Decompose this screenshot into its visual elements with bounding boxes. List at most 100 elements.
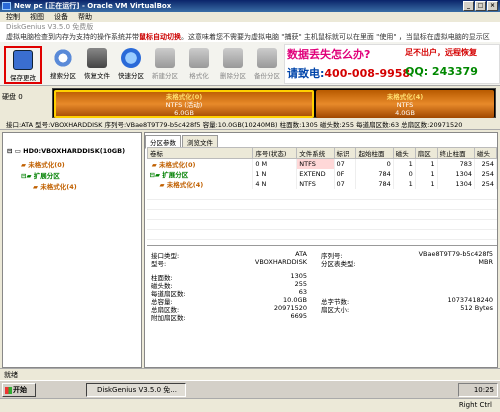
prop-value: 512 Bytes bbox=[460, 304, 493, 312]
prop-value: 63 bbox=[298, 288, 307, 296]
col-header[interactable]: 文件系统 bbox=[296, 147, 335, 159]
taskbar-button-label: DiskGenius V3.5.0 免... bbox=[97, 386, 177, 394]
menu-control[interactable]: 控制 bbox=[6, 12, 20, 22]
cell: 0 bbox=[393, 169, 416, 179]
quick-partition-icon bbox=[121, 48, 141, 68]
advertisement-banner[interactable]: 数据丢失怎么办? 请致电:400-008-9958 足不出户，远程恢复 QQ: … bbox=[284, 44, 500, 84]
backup-partition-icon bbox=[257, 48, 277, 68]
ad-phone: 400-008-9958 bbox=[324, 67, 411, 80]
partition-segment-4[interactable]: 未格式化(4) NTFS 4.0GB bbox=[316, 90, 494, 118]
vb-status-bar: Right Ctrl bbox=[0, 398, 500, 412]
segment-name: 未格式化(0) bbox=[165, 93, 203, 101]
backup-partition-label: 备份分区 bbox=[254, 72, 280, 80]
delete-partition-label: 删除分区 bbox=[220, 72, 246, 80]
app-icon bbox=[2, 2, 11, 10]
menu-devices[interactable]: 设备 bbox=[54, 12, 68, 22]
disk-map-bar: 硬盘 0 未格式化(0) NTFS (活动) 6.0GB 未格式化(4) NTF… bbox=[0, 86, 500, 120]
disk-icon: ⊟ ▭ bbox=[7, 147, 24, 155]
delete-partition-icon bbox=[223, 48, 243, 68]
prop-value: 6695 bbox=[290, 312, 307, 320]
new-partition-label: 新建分区 bbox=[152, 72, 178, 80]
maximize-button[interactable]: □ bbox=[475, 1, 486, 11]
main-panel: 分区参数 浏览文件 卷标 序号(状态) 文件系统 标识 起始柱面 磁头 扇区 终… bbox=[144, 132, 498, 368]
close-button[interactable]: × bbox=[487, 1, 498, 11]
backup-partition-button[interactable]: 备份分区 bbox=[248, 46, 286, 84]
search-partition-label: 搜索分区 bbox=[50, 72, 76, 80]
table-row[interactable]: ▰ 未格式化(4) 4 N NTFS 07 784 1 1 1304 254 bbox=[147, 179, 498, 189]
diskgenius-title: DiskGenius V3.5.0 免费版 bbox=[0, 22, 500, 32]
prop-value: VBae8T9T79-b5c428f5 bbox=[418, 250, 493, 258]
cell-label-text: 未格式化(0) bbox=[159, 161, 196, 169]
cell: 254 bbox=[474, 179, 498, 189]
cell: 1 bbox=[415, 158, 438, 169]
tree-item-partition-0[interactable]: ▰ 未格式化(0) bbox=[21, 159, 65, 169]
col-header[interactable]: 序号(状态) bbox=[252, 147, 298, 159]
windows-flag-icon bbox=[5, 387, 12, 394]
cell: NTFS bbox=[296, 158, 335, 169]
disk-tree: ⊟ ▭ HD0:VBOXHARDDISK(10GB) ▰ 未格式化(0) ⊟▰ … bbox=[2, 132, 142, 368]
cell-label-text: 未格式化(4) bbox=[166, 181, 204, 189]
table-empty-area bbox=[147, 199, 497, 245]
col-header[interactable]: 扇区 bbox=[414, 147, 438, 159]
prop-value: 20971520 bbox=[273, 304, 307, 312]
prop-value: 10.0GB bbox=[283, 296, 307, 304]
tree-item-label: 未格式化(0) bbox=[28, 161, 65, 169]
table-row[interactable]: ▰ 未格式化(0) 0 M NTFS 07 0 1 1 783 254 bbox=[147, 158, 498, 169]
search-partition-icon bbox=[53, 48, 73, 68]
partition-segment-0[interactable]: 未格式化(0) NTFS (活动) 6.0GB bbox=[54, 90, 314, 118]
start-button[interactable]: 开始 bbox=[2, 383, 36, 397]
menu-view[interactable]: 视图 bbox=[30, 12, 44, 22]
disk-info-bar: 接口:ATA 型号:VBOXHARDDISK 序列号:VBae8T9T79-b5… bbox=[0, 120, 500, 130]
cell: 254 bbox=[474, 158, 498, 169]
cell: 254 bbox=[474, 169, 498, 179]
cell: 1 bbox=[393, 179, 416, 189]
cell: 0 M bbox=[252, 158, 298, 169]
prop-value: 10737418240 bbox=[447, 296, 494, 304]
prop-label: 分区表类型: bbox=[321, 260, 356, 268]
segment-fs: NTFS bbox=[396, 101, 414, 109]
col-header[interactable]: 磁头 bbox=[392, 147, 416, 159]
tree-item-label: 未格式化(4) bbox=[40, 183, 77, 191]
tree-item-extended[interactable]: ⊟▰ 扩展分区 bbox=[21, 170, 60, 180]
format-label: 格式化 bbox=[189, 72, 209, 80]
ad-line3: 足不出户，远程恢复 bbox=[405, 48, 477, 57]
col-header[interactable]: 磁头 bbox=[473, 147, 498, 159]
tree-item-partition-4[interactable]: ▰ 未格式化(4) bbox=[33, 181, 77, 191]
col-header[interactable]: 终止柱面 bbox=[436, 147, 475, 159]
save-changes-button[interactable]: 保存更改 bbox=[4, 46, 42, 84]
format-button[interactable]: 格式化 bbox=[180, 46, 218, 84]
cell: NTFS bbox=[296, 179, 335, 189]
window-titlebar: New pc [正在运行] - Oracle VM VirtualBox _ □… bbox=[0, 0, 500, 12]
extended-partition-icon: ⊟▰ bbox=[21, 172, 34, 180]
cell: 784 bbox=[355, 169, 394, 179]
ad-line1: 数据丢失怎么办? bbox=[287, 48, 371, 61]
notice-text: 虚拟电脑检查到内存为支持的操作系统并带 bbox=[6, 33, 139, 41]
disk-properties: 接口类型: ATA 型号: VBOXHARDDISK 柱面数: 1305 磁头数… bbox=[147, 245, 497, 365]
delete-partition-button[interactable]: 删除分区 bbox=[214, 46, 252, 84]
taskbar-diskgenius-button[interactable]: DiskGenius V3.5.0 免... bbox=[86, 383, 186, 397]
host-key-label: Right Ctrl bbox=[458, 401, 492, 409]
recover-file-button[interactable]: 恢复文件 bbox=[78, 46, 116, 84]
cell-label: ▰ 未格式化(4) bbox=[147, 179, 254, 189]
cell-label-text: 扩展分区 bbox=[162, 171, 189, 179]
format-icon bbox=[189, 48, 209, 68]
minimize-button[interactable]: _ bbox=[463, 1, 474, 11]
prop-value: ATA bbox=[295, 250, 307, 258]
menu-help[interactable]: 帮助 bbox=[78, 12, 92, 22]
cell: 783 bbox=[437, 158, 475, 169]
tree-disk-node[interactable]: ⊟ ▭ HD0:VBOXHARDDISK(10GB) bbox=[7, 147, 125, 155]
cell: 1 bbox=[415, 169, 438, 179]
col-header[interactable]: 起始柱面 bbox=[355, 147, 394, 159]
quick-partition-button[interactable]: 快速分区 bbox=[112, 46, 150, 84]
table-row[interactable]: ⊟▰ 扩展分区 1 N EXTEND 0F 784 0 1 1304 254 bbox=[147, 169, 498, 179]
partition-table: 卷标 序号(状态) 文件系统 标识 起始柱面 磁头 扇区 终止柱面 磁头 ▰ 未… bbox=[146, 147, 498, 189]
cell: 4 N bbox=[252, 179, 298, 189]
recover-file-label: 恢复文件 bbox=[84, 72, 110, 80]
col-header[interactable]: 标识 bbox=[333, 147, 357, 159]
ad-line4: QQ: 243379 bbox=[405, 65, 478, 78]
cell: 0F bbox=[334, 169, 357, 179]
search-partition-button[interactable]: 搜索分区 bbox=[44, 46, 82, 84]
new-partition-button[interactable]: 新建分区 bbox=[146, 46, 184, 84]
col-header[interactable]: 卷标 bbox=[146, 147, 254, 159]
prop-label: 扇区大小: bbox=[321, 306, 350, 314]
